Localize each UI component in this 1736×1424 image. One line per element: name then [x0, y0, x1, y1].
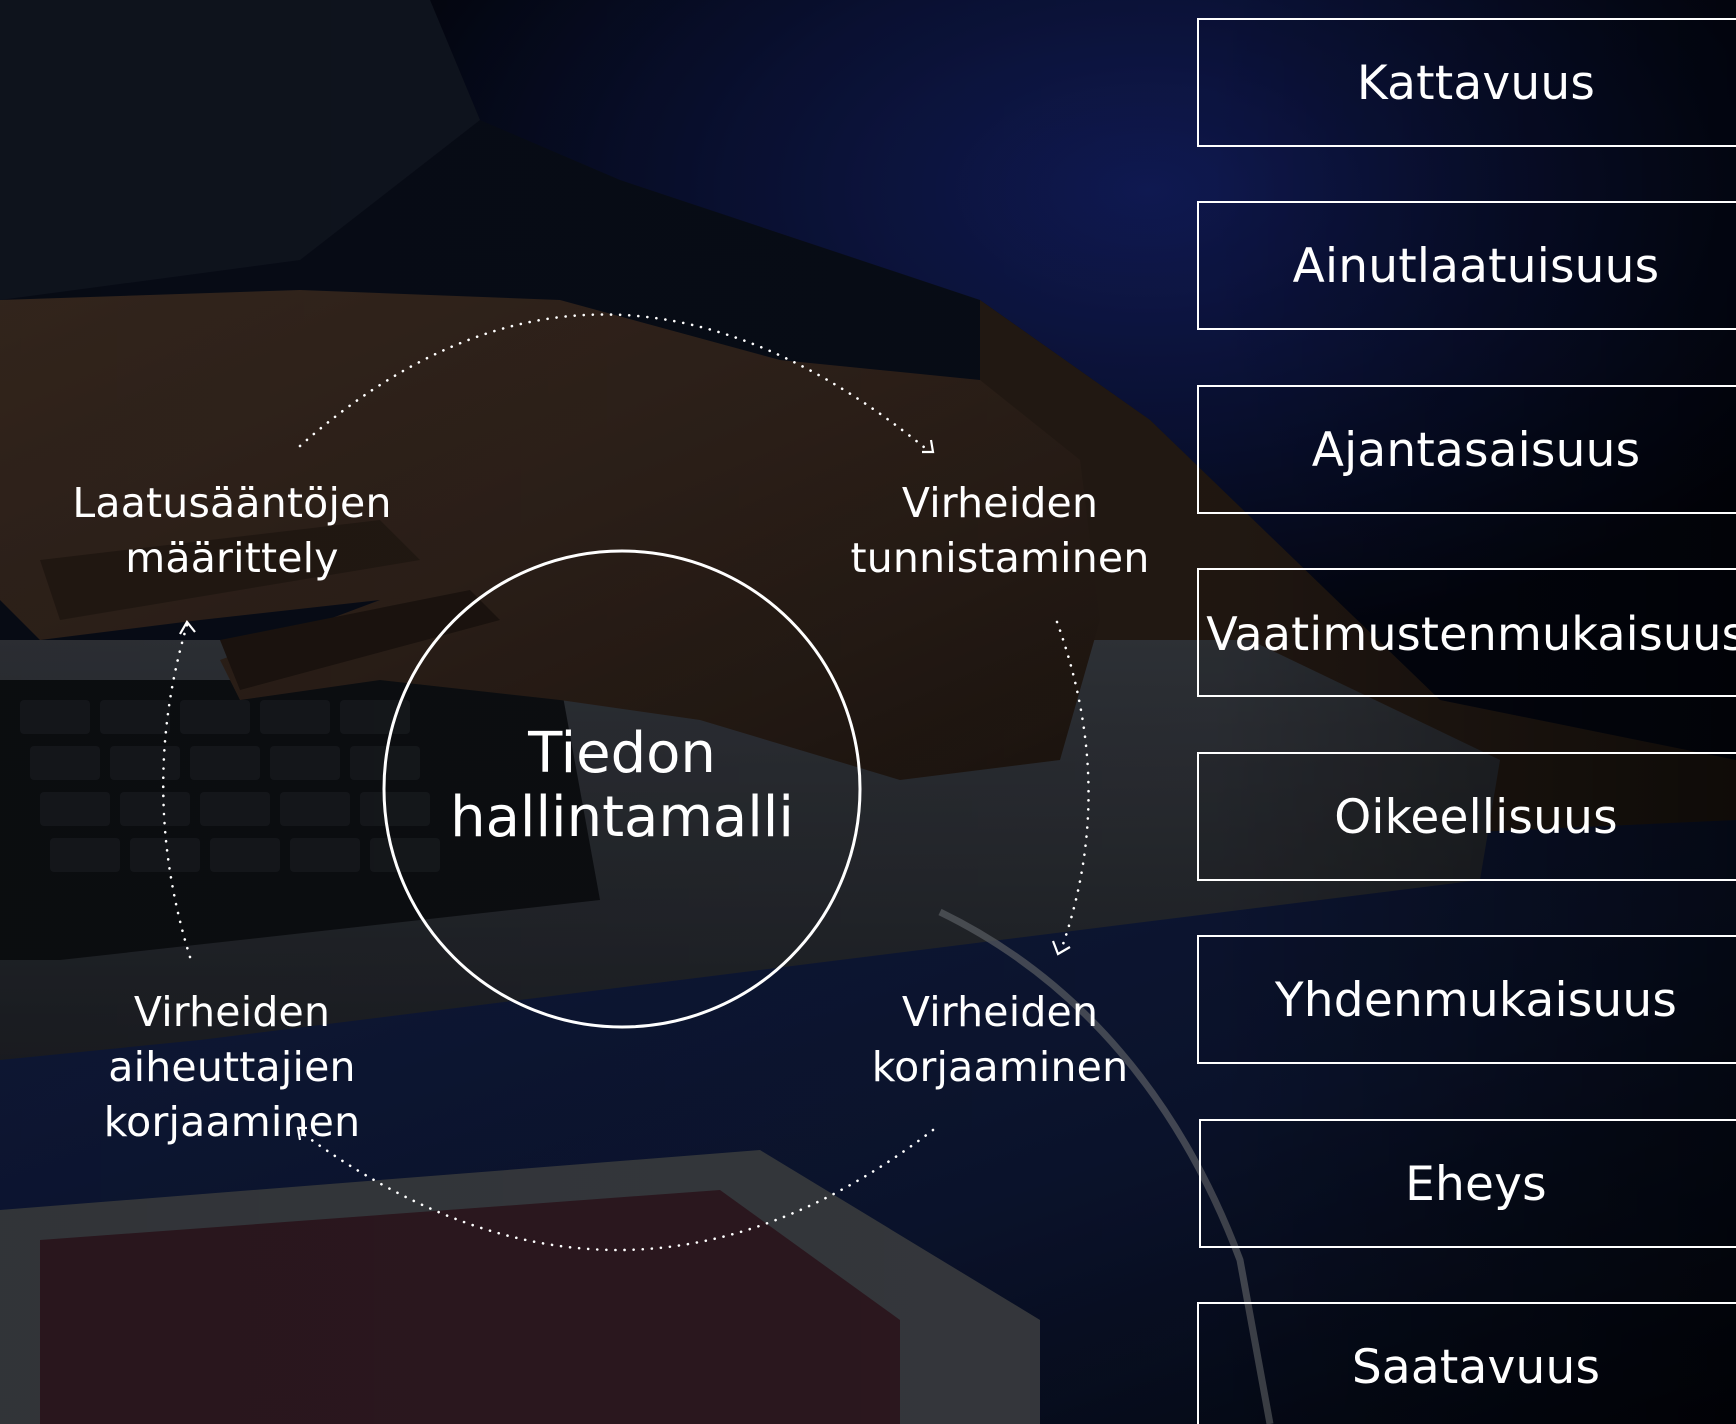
dimension-label: Eheys [1405, 1157, 1547, 1212]
dimension-label: Yhdenmukaisuus [1274, 973, 1678, 1028]
dimension-label: Ajantasaisuus [1311, 423, 1641, 478]
dimension-label: Vaatimustenmukaisuus [1206, 607, 1736, 661]
diagram-stage: Tiedon hallintamalli Laatusääntöjen määr… [0, 0, 1736, 1424]
cycle-arrow-top [298, 313, 932, 454]
cycle-arrow-left [161, 623, 192, 959]
cycle-arrow-right [1055, 620, 1090, 952]
dimension-label: Saatavuus [1351, 1340, 1601, 1395]
dimension-labels: Kattavuus Ainutlaatuisuus Ajantasaisuus … [1195, 0, 1736, 1424]
step-label-detection: Virheiden tunnistaminen [850, 479, 1150, 582]
step-label-rules: Laatusääntöjen määrittely [72, 479, 392, 582]
step-label-root-cause: Virheiden aiheuttajien korjaaminen [103, 988, 361, 1146]
dimension-label: Kattavuus [1356, 56, 1596, 111]
arrowhead-right-icon [1051, 940, 1071, 956]
step-label-correction: Virheiden korjaaminen [871, 988, 1129, 1091]
dimension-label: Ainutlaatuisuus [1292, 239, 1660, 294]
arrowhead-left-icon [179, 620, 196, 635]
center-title: Tiedon hallintamalli [450, 721, 794, 850]
dimension-label: Oikeellisuus [1334, 790, 1618, 845]
